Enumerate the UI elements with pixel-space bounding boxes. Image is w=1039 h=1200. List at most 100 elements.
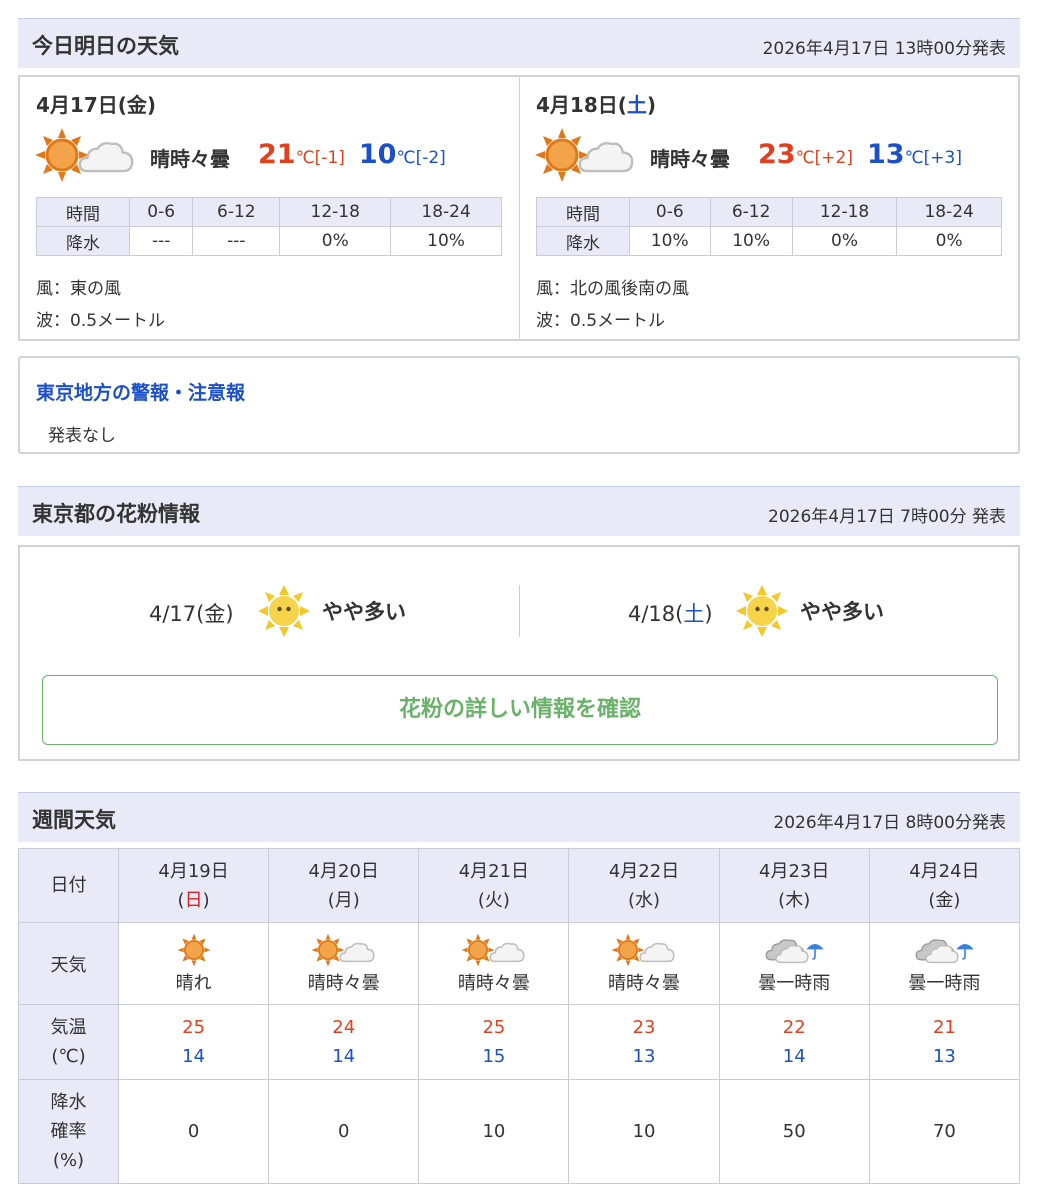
pollen-sun-face-icon bbox=[736, 585, 788, 637]
weekday: 火 bbox=[484, 889, 503, 911]
sunny-then-cloudy-icon bbox=[534, 127, 634, 183]
weekly-weather-cell: 晴れ bbox=[117, 922, 270, 1005]
row-header-date: 日付 bbox=[18, 848, 119, 923]
high-temp: 24 bbox=[332, 1017, 356, 1038]
low-temp: 15 bbox=[482, 1046, 506, 1067]
pollen-day: 4/18(土) やや多い bbox=[520, 585, 1018, 645]
weekly-forecast-table: 日付 4月19日 (日) 4月20日 (月) 4月21日 (火) 4月22日 (水) 4… bbox=[18, 848, 1021, 1184]
weekday: 金 bbox=[935, 889, 954, 911]
weather-text: 晴時々曇 bbox=[150, 147, 230, 171]
wave-info: 波：0.5メートル bbox=[36, 311, 166, 331]
weekly-date-cell: 4月24日 (金) bbox=[868, 848, 1021, 923]
pollen-level: やや多い bbox=[322, 600, 406, 624]
sunny-icon bbox=[176, 932, 211, 967]
high-temp: 21 bbox=[258, 139, 296, 170]
weekly-weather-cell: 曇一時雨 bbox=[718, 922, 870, 1005]
high-temp: 23 bbox=[758, 139, 796, 170]
weekly-date-cell: 4月23日 (木) bbox=[718, 848, 870, 923]
sunny-then-cloudy-icon bbox=[611, 932, 675, 967]
weather-text: 曇一時雨 bbox=[758, 972, 831, 994]
weekly-weather-cell: 曇一時雨 bbox=[868, 922, 1021, 1005]
weather-text: 晴れ bbox=[175, 972, 212, 994]
weekday: 日 bbox=[184, 889, 203, 911]
sunny-then-cloudy-icon bbox=[34, 127, 134, 183]
low-temp-diff: [+3] bbox=[923, 148, 962, 168]
row-header-weather: 天気 bbox=[18, 922, 119, 1005]
weekly-header: 週間天気 2026年4月17日 8時00分発表 bbox=[18, 792, 1020, 842]
pollen-date: 4/18(土) bbox=[628, 602, 713, 626]
wave-info: 波：0.5メートル bbox=[536, 311, 666, 331]
weather-text: 曇一時雨 bbox=[908, 972, 981, 994]
high-temp: 23 bbox=[632, 1017, 656, 1038]
weather-text: 晴時々曇 bbox=[650, 147, 730, 171]
high-temp-diff: [+2] bbox=[814, 148, 853, 168]
weather-text: 晴時々曇 bbox=[307, 972, 380, 994]
weekday: 月 bbox=[334, 889, 353, 911]
precip-table: 時間 0-6 6-12 12-18 18-24 降水 --- --- 0% 10… bbox=[36, 197, 502, 256]
low-temp-diff: [-2] bbox=[415, 148, 446, 168]
weekly-date-cell: 4月21日 (火) bbox=[418, 848, 570, 923]
day-forecast-today: 4月17日(金) 晴時々曇 21℃[-1] 10℃[-2] 時間 0-6 6-12… bbox=[20, 77, 520, 339]
weekly-date-cell: 4月19日 (日) bbox=[117, 848, 270, 923]
weekly-precip-cell: 10 bbox=[568, 1079, 720, 1184]
low-temp: 13 bbox=[867, 139, 905, 170]
weekly-temp-cell: 22 14 bbox=[718, 1004, 870, 1080]
low-temp: 13 bbox=[932, 1046, 956, 1067]
weekly-temp-cell: 21 13 bbox=[868, 1004, 1021, 1080]
weekday: 土 bbox=[626, 93, 647, 117]
pollen-date: 4/17(金) bbox=[149, 602, 234, 626]
pollen-panel: 4/17(金) やや多い 4/18(土) やや多い 花粉の詳しい情報を確認 bbox=[18, 545, 1020, 761]
weekly-precip-cell: 0 bbox=[268, 1079, 420, 1184]
section-title: 東京都の花粉情報 bbox=[32, 502, 200, 526]
section-title: 週間天気 bbox=[32, 808, 116, 832]
weekly-weather-cell: 晴時々曇 bbox=[418, 922, 570, 1005]
weekday: 土 bbox=[683, 602, 705, 626]
pollen-sun-face-icon bbox=[258, 585, 310, 637]
issued-time: 2026年4月17日 13時00分発表 bbox=[762, 39, 1006, 59]
high-temp: 21 bbox=[932, 1017, 956, 1038]
high-temp-diff: [-1] bbox=[314, 148, 345, 168]
weekday: 金 bbox=[204, 602, 226, 626]
warnings-status: 発表なし bbox=[48, 426, 116, 446]
wind-info: 風：東の風 bbox=[36, 279, 121, 299]
row-header-temp: 気温 (℃) bbox=[18, 1004, 119, 1080]
weekly-temp-cell: 23 13 bbox=[568, 1004, 720, 1080]
weekly-date-cell: 4月22日 (水) bbox=[568, 848, 720, 923]
weekly-weather-cell: 晴時々曇 bbox=[268, 922, 420, 1005]
low-temp: 14 bbox=[782, 1046, 806, 1067]
cloudy-rain-icon bbox=[916, 938, 975, 963]
high-temp: 25 bbox=[482, 1017, 506, 1038]
issued-time: 2026年4月17日 8時00分発表 bbox=[773, 813, 1006, 833]
high-temp: 22 bbox=[782, 1017, 806, 1038]
low-temp: 14 bbox=[332, 1046, 356, 1067]
sunny-then-cloudy-icon bbox=[460, 932, 525, 967]
low-temp: 14 bbox=[182, 1046, 206, 1067]
weekday: 水 bbox=[635, 889, 654, 911]
weekly-precip-cell: 70 bbox=[868, 1079, 1021, 1184]
sunny-then-cloudy-icon bbox=[310, 932, 375, 967]
weekly-temp-cell: 25 15 bbox=[418, 1004, 570, 1080]
today-weather-header: 今日明日の天気 2026年4月17日 13時00分発表 bbox=[18, 18, 1020, 68]
forecast-date: 4月17日(金) bbox=[36, 93, 157, 117]
weekday: 金 bbox=[126, 93, 147, 117]
weekly-temp-cell: 24 14 bbox=[268, 1004, 420, 1080]
weekly-weather-cell: 晴時々曇 bbox=[568, 922, 720, 1005]
weather-text: 晴時々曇 bbox=[608, 972, 681, 994]
weekly-precip-cell: 10 bbox=[418, 1079, 570, 1184]
warnings-link[interactable]: 東京地方の警報・注意報 bbox=[36, 378, 245, 405]
warnings-panel: 東京地方の警報・注意報 発表なし bbox=[18, 356, 1020, 454]
forecast-date: 4月18日(土) bbox=[536, 93, 657, 117]
weekly-precip-cell: 50 bbox=[718, 1079, 870, 1184]
weather-text: 晴時々曇 bbox=[457, 972, 530, 994]
pollen-header: 東京都の花粉情報 2026年4月17日 7時00分 発表 bbox=[18, 486, 1020, 536]
today-tomorrow-panel: 4月17日(金) 晴時々曇 21℃[-1] 10℃[-2] 時間 0-6 6-12… bbox=[18, 75, 1020, 341]
cloudy-rain-icon bbox=[765, 938, 825, 963]
low-temp: 13 bbox=[632, 1046, 656, 1067]
day-forecast-tomorrow: 4月18日(土) 晴時々曇 23℃[+2] 13℃[+3] 時間 0-6 6-12… bbox=[520, 77, 1018, 339]
pollen-details-button[interactable]: 花粉の詳しい情報を確認 bbox=[42, 675, 998, 745]
temperature-block: 23℃[+2] 13℃[+3] bbox=[758, 139, 962, 170]
pollen-day: 4/17(金) やや多い bbox=[20, 585, 519, 645]
low-temp: 10 bbox=[358, 139, 397, 170]
weekday: 木 bbox=[785, 889, 804, 911]
section-title: 今日明日の天気 bbox=[32, 34, 179, 58]
